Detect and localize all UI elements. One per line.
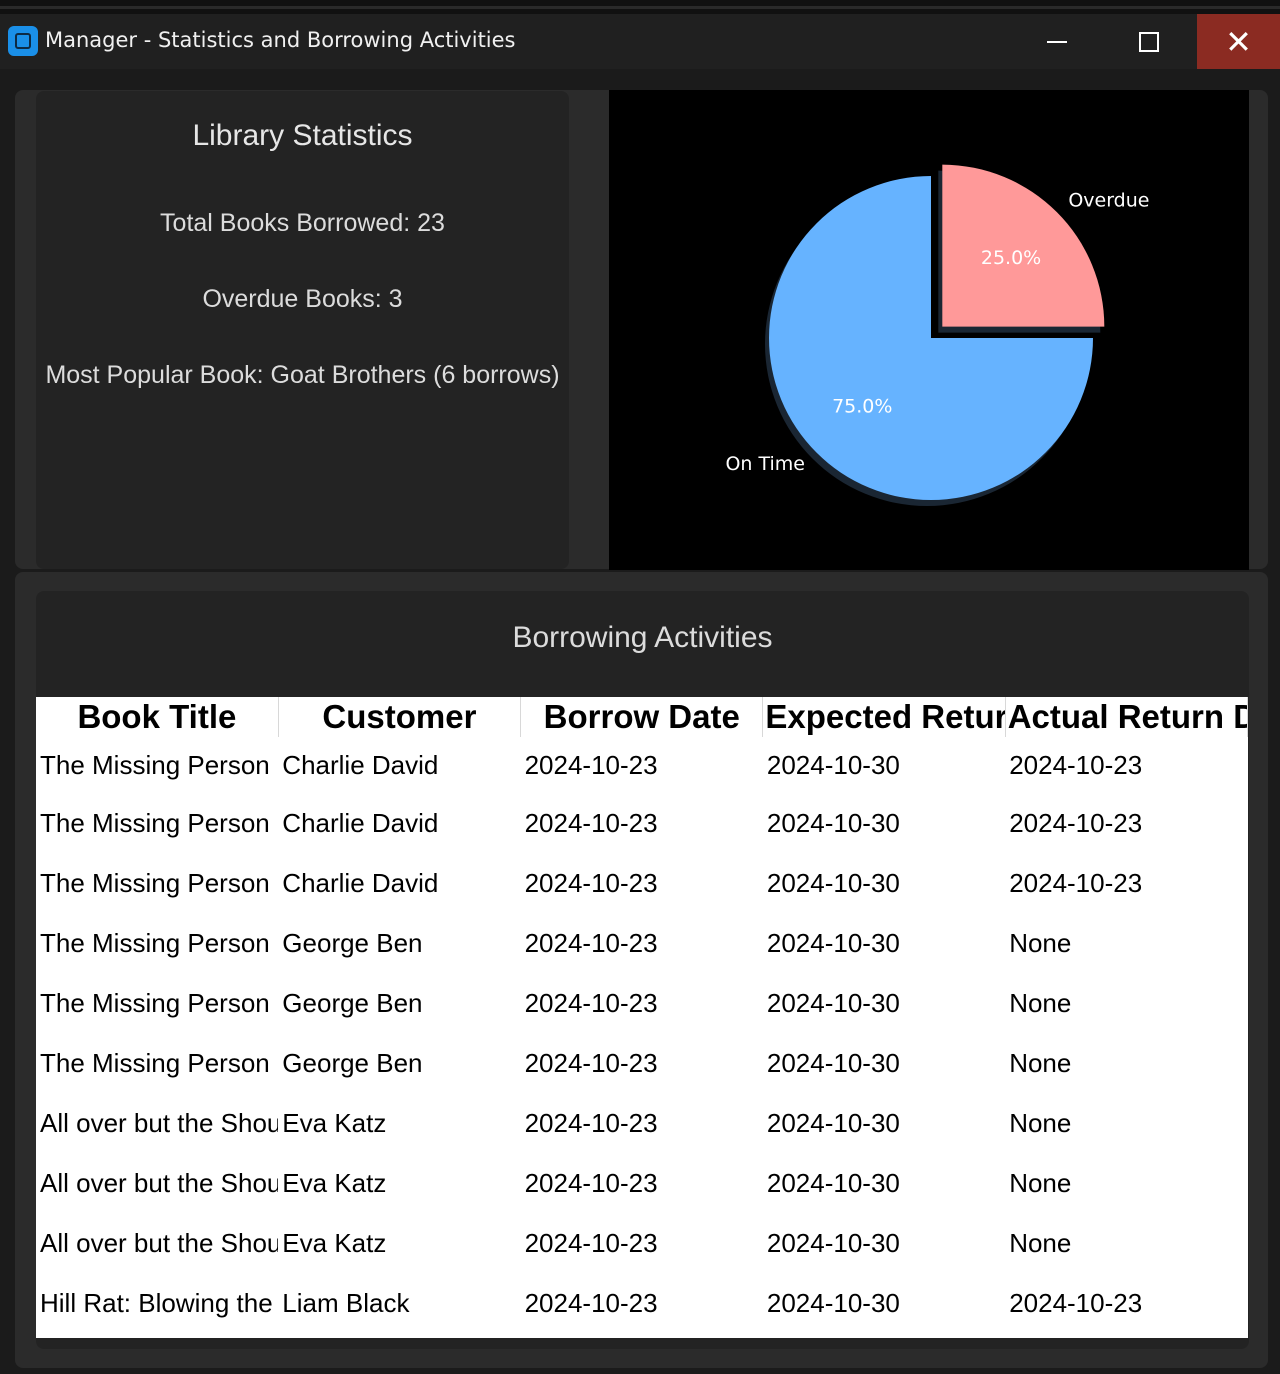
table-cell: 2024-10-23	[524, 1227, 658, 1258]
window-top-edge	[0, 0, 1280, 14]
table-cell: Charlie David	[282, 867, 439, 898]
table-row[interactable]: The Missing Person Charlie David 2024-10-2…	[36, 737, 1248, 793]
table-cell: None	[1009, 1047, 1072, 1078]
activities-table: Book Title Customer Borrow Date Expected Re…	[36, 697, 1248, 1333]
table-cell: All over but the Shouting	[40, 1167, 279, 1198]
table-row[interactable]: The Missing Person George Ben 2024-10-23 20…	[36, 1033, 1248, 1093]
table-row[interactable]: The Missing Person George Ben 2024-10-23 20…	[36, 913, 1248, 973]
table-cell: 2024-10-23	[524, 1287, 658, 1318]
table-cell: None	[1009, 1107, 1072, 1138]
table-cell: The Missing Person	[40, 987, 270, 1018]
table-cell: 2024-10-23	[1009, 749, 1143, 780]
pie-percent-label: 25.0%	[981, 247, 1041, 269]
column-header[interactable]: Book Title	[36, 697, 279, 737]
table-cell: Eva Katz	[282, 1227, 387, 1258]
total-books-borrowed: Total Books Borrowed: 23	[160, 209, 445, 237]
table-cell: All over but the Shouting	[40, 1107, 279, 1138]
table-cell: Eva Katz	[282, 1107, 387, 1138]
minimize-icon	[1047, 40, 1067, 43]
table-cell: 2024-10-30	[766, 927, 900, 958]
overdue-books: Overdue Books: 3	[202, 285, 403, 313]
table-cell: 2024-10-30	[766, 1047, 900, 1078]
most-popular-book: Most Popular Book: Goat Brothers (6 borr…	[45, 361, 560, 389]
table-cell: George Ben	[282, 987, 423, 1018]
table-cell: 2024-10-30	[766, 987, 900, 1018]
table-cell: 2024-10-23	[1009, 807, 1143, 838]
table-cell: Eva Katz	[282, 1167, 387, 1198]
table-cell: The Missing Person	[40, 749, 270, 780]
maximize-button[interactable]	[1104, 14, 1194, 69]
table-cell: 2024-10-23	[1009, 1287, 1143, 1318]
window-title: Manager - Statistics and Borrowing Activ…	[45, 28, 516, 52]
table-row[interactable]: All over but the ShoutingEva Katz 2024-10…	[36, 1093, 1248, 1153]
window-top-edge-line	[0, 6, 1280, 9]
table-cell: 2024-10-23	[524, 1167, 658, 1198]
pie-chart-svg: 25.0% Overdue 75.0% On Time	[725, 164, 1149, 506]
table-cell: Charlie David	[282, 749, 439, 780]
table-row[interactable]: Hill Rat: Blowing the LidLiam Black 2024-…	[36, 1273, 1248, 1333]
table-cell: The Missing Person	[40, 867, 270, 898]
column-header[interactable]: Customer	[278, 697, 522, 737]
title-bar[interactable]: Manager - Statistics and Borrowing Activ…	[0, 14, 1280, 69]
table-cell: 2024-10-23	[524, 987, 658, 1018]
table-cell: Liam Black	[282, 1287, 410, 1318]
table-row[interactable]: The Missing Person Charlie David 2024-10-2…	[36, 853, 1248, 913]
table-cell: 2024-10-30	[766, 1287, 900, 1318]
table-header-row: Book Title Customer Borrow Date Expected Re…	[36, 697, 1248, 737]
minimize-button[interactable]	[1012, 14, 1102, 69]
table-cell: George Ben	[282, 927, 423, 958]
maximize-icon	[1139, 31, 1159, 52]
table-cell: The Missing Person	[40, 807, 270, 838]
statistics-title: Library Statistics	[192, 119, 413, 152]
column-header[interactable]: Expected Return	[762, 697, 1006, 737]
table-cell: 2024-10-30	[766, 1227, 900, 1258]
table-cell: The Missing Person	[40, 1047, 270, 1078]
table-cell: 2024-10-23	[524, 927, 658, 958]
table-cell: None	[1009, 1227, 1072, 1258]
table-cell: 2024-10-30	[766, 867, 900, 898]
table-cell: 2024-10-23	[1009, 867, 1143, 898]
table-body: The Missing Person Charlie David 2024-10-2…	[36, 737, 1248, 1333]
column-header[interactable]: Borrow Date	[520, 697, 764, 737]
activities-title: Borrowing Activities	[512, 621, 773, 654]
pie-category-label: Overdue	[1068, 190, 1149, 212]
table-cell: 2024-10-30	[766, 749, 900, 780]
app-icon	[8, 26, 38, 56]
column-header[interactable]: Actual Return Date	[1005, 697, 1248, 737]
table-cell: 2024-10-30	[766, 807, 900, 838]
table-row[interactable]: All over but the ShoutingEva Katz 2024-10…	[36, 1213, 1248, 1273]
table-cell: 2024-10-30	[766, 1107, 900, 1138]
close-icon: ✕	[1225, 22, 1252, 61]
table-row[interactable]: The Missing Person Charlie David 2024-10-2…	[36, 793, 1248, 853]
table-cell: None	[1009, 1167, 1072, 1198]
table-cell: 2024-10-23	[524, 1107, 658, 1138]
table-cell: Charlie David	[282, 807, 439, 838]
table-cell: 2024-10-30	[766, 1167, 900, 1198]
table-cell: 2024-10-23	[524, 1047, 658, 1078]
table-cell: None	[1009, 987, 1072, 1018]
table-cell: None	[1009, 927, 1072, 958]
library-statistics-card: Library Statistics Total Books Borrowed:…	[36, 91, 569, 569]
table-row[interactable]: All over but the ShoutingEva Katz 2024-10…	[36, 1153, 1248, 1213]
activities-table-container[interactable]: Book Title Customer Borrow Date Expected Re…	[36, 697, 1248, 1338]
table-cell: All over but the Shouting	[40, 1227, 279, 1258]
pie-category-label: On Time	[725, 453, 805, 475]
table-row[interactable]: The Missing Person George Ben 2024-10-23 20…	[36, 973, 1248, 1033]
table-cell: The Missing Person	[40, 927, 270, 958]
table-cell: 2024-10-23	[524, 749, 658, 780]
pie-percent-label: 75.0%	[832, 396, 892, 418]
table-cell: 2024-10-23	[524, 867, 658, 898]
table-cell: George Ben	[282, 1047, 423, 1078]
pie-chart: 25.0% Overdue 75.0% On Time	[609, 90, 1249, 570]
close-button[interactable]: ✕	[1197, 14, 1280, 69]
table-cell: Hill Rat: Blowing the Lid	[40, 1287, 278, 1318]
table-cell: 2024-10-23	[524, 807, 658, 838]
